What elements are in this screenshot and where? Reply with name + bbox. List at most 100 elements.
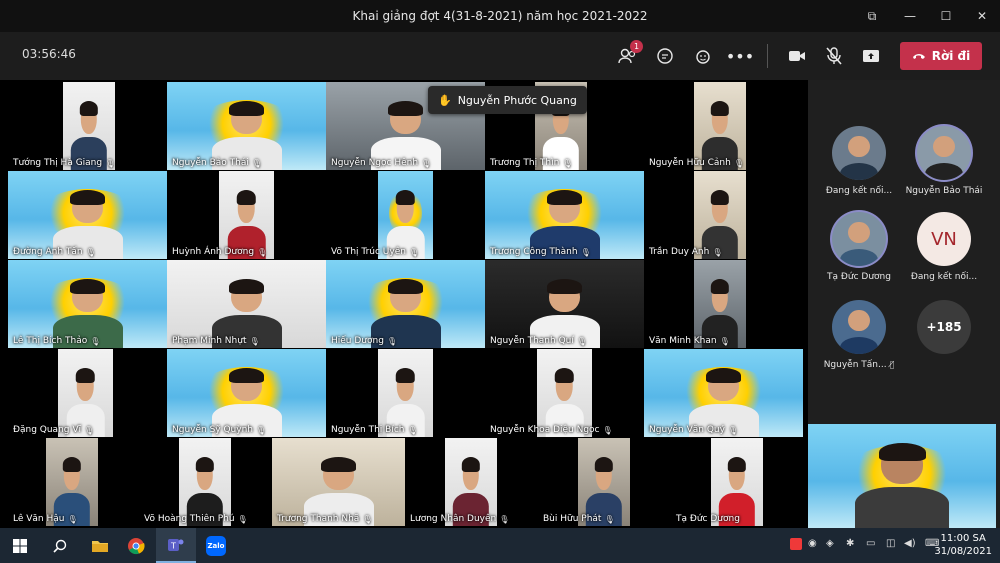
vivaldi-tray-icon[interactable] <box>790 538 802 553</box>
participant-name: Nguyễn Thanh Quí 🎙 <box>490 336 588 346</box>
participant-tile[interactable]: Võ Hoàng Thiên Phú 🎙 <box>139 438 272 526</box>
participant-tile[interactable]: Tướng Thị Hà Giang 🎙 <box>8 82 167 170</box>
participant-video <box>445 438 497 526</box>
participant-tile[interactable]: Lương Nhân Duyên 🎙 <box>405 438 538 526</box>
participant-tile[interactable]: Nguyễn Sỹ Quỳnh 🎙 <box>167 349 326 437</box>
participant-tile[interactable]: Võ Thị Trúc Uyên 🎙 <box>326 171 485 259</box>
panel-avatar[interactable]: Nguyễn Bảo Thái <box>904 126 984 196</box>
participant-tile[interactable]: Trương Công Thành 🎙 <box>485 171 644 259</box>
maximize-icon[interactable]: ☐ <box>928 0 964 32</box>
mic-muted-icon: 🎙 <box>576 336 588 346</box>
mic-muted-icon: 🎙 <box>562 158 573 168</box>
participant-tile[interactable]: Trần Duy Anh 🎙 <box>644 171 803 259</box>
participant-video <box>167 260 326 348</box>
participant-name: Đặng Quang Vĩ 🎙 <box>13 425 95 435</box>
participant-name: Lương Nhân Duyên 🎙 <box>410 514 510 524</box>
keyboard-icon[interactable]: ▭ <box>866 538 875 549</box>
raised-hand-name: Nguyễn Phước Quang <box>457 93 577 107</box>
more-actions-button[interactable]: ••• <box>726 42 754 70</box>
panel-avatar[interactable]: Đang kết nối... <box>819 126 899 196</box>
participant-tile[interactable]: Nguyễn Văn Quý 🎙 <box>644 349 803 437</box>
participant-tile[interactable]: Nguyễn Khoa Diệu Ngọc 🎙 <box>485 349 644 437</box>
share-button[interactable] <box>857 42 885 70</box>
participant-name: Nguyễn Khoa Diệu Ngọc 🎙 <box>490 425 613 435</box>
participants-button[interactable]: 1 <box>614 40 643 70</box>
participant-name: Trương Công Thành 🎙 <box>490 247 591 257</box>
teams-icon: T <box>168 538 184 551</box>
participant-tile[interactable]: Hiếu Dương 🎙 <box>326 260 485 348</box>
panel-avatar[interactable]: VN Đang kết nối... <box>904 212 984 282</box>
mic-muted-icon: 🎙 <box>85 247 96 257</box>
participant-name: Nguyễn Văn Quý 🎙 <box>649 425 739 435</box>
window-title: Khai giảng đợt 4(31-8-2021) năm học 2021… <box>352 9 648 23</box>
bluetooth-icon[interactable]: ✱ <box>846 538 854 549</box>
panel-avatar[interactable]: Tạ Đức Dương <box>819 212 899 282</box>
participant-tile[interactable]: Văn Minh Khan 🎙 <box>644 260 803 348</box>
mic-muted-icon: 🎙 <box>84 425 95 435</box>
participant-tile[interactable]: Huỳnh Ánh Dương 🎙 <box>167 171 326 259</box>
leave-button[interactable]: Rời đi <box>900 42 982 70</box>
windows-taskbar: T Zalo ◉ ◈ ✱ ▭ ◫ ◀) ⌨ 11:00 SA 31/08/202… <box>0 528 1000 563</box>
participant-tile[interactable]: Đường Anh Tấn 🎙 <box>8 171 167 259</box>
system-clock[interactable]: 11:00 SA 31/08/2021 <box>934 532 992 558</box>
share-screen-icon <box>863 50 879 62</box>
mic-muted-icon: 🎙 <box>67 514 78 524</box>
camera-button[interactable] <box>783 42 811 70</box>
search-button[interactable] <box>40 528 80 563</box>
raise-hand-icon <box>696 50 710 64</box>
teams-button[interactable]: T <box>156 528 196 563</box>
participant-tile[interactable]: Nguyễn Thanh Quí 🎙 <box>485 260 644 348</box>
self-view[interactable] <box>808 424 996 528</box>
avatar <box>917 126 971 180</box>
participant-video <box>167 82 326 170</box>
start-button[interactable] <box>0 528 40 563</box>
participant-video <box>63 82 115 170</box>
participant-tile[interactable]: Nguyễn Thị Bích 🎙 <box>326 349 485 437</box>
network-icon[interactable]: ◫ <box>886 538 895 549</box>
hang-up-icon <box>912 54 925 59</box>
close-icon[interactable]: ✕ <box>964 0 1000 32</box>
participant-tile[interactable]: Phạm Minh Nhựt 🎙 <box>167 260 326 348</box>
participant-video <box>485 171 644 259</box>
mic-muted-icon: 🎙 <box>362 514 373 524</box>
participant-tile[interactable]: Tạ Đức Dương <box>671 438 804 526</box>
windows-logo-icon <box>13 538 27 553</box>
participant-tile[interactable]: Bùi Hữu Phát 🎙 <box>538 438 671 526</box>
participant-name: Bùi Hữu Phát 🎙 <box>543 514 615 524</box>
mic-button[interactable] <box>820 42 848 70</box>
zalo-tray-icon[interactable]: ◉ <box>808 538 817 549</box>
mic-muted-icon: 🎙 <box>580 247 591 257</box>
participant-tile[interactable]: Lê Thị Bích Thảo 🎙 <box>8 260 167 348</box>
participant-video <box>378 349 433 437</box>
participant-tile[interactable]: Nguyễn Bảo Thái 🎙 <box>167 82 326 170</box>
popout-icon[interactable]: ⧉ <box>852 0 892 32</box>
participant-name: Nguyễn Sỹ Quỳnh 🎙 <box>172 425 267 435</box>
reactions-button[interactable] <box>689 42 717 70</box>
participant-tile[interactable]: Trương Thanh Nhã 🎙 <box>272 438 405 526</box>
mic-muted-icon: 🎙 <box>386 336 398 346</box>
participant-video <box>694 260 746 348</box>
participant-name: Lê Thị Bích Thảo 🎙 <box>13 336 101 346</box>
teams-tray-icon[interactable]: ◈ <box>826 538 834 549</box>
chat-button[interactable] <box>651 42 679 70</box>
chrome-button[interactable] <box>116 528 156 563</box>
participant-tile[interactable]: Đặng Quang Vĩ 🎙 <box>8 349 167 437</box>
participant-tile[interactable]: Lê Văn Hậu 🎙 <box>8 438 139 526</box>
participant-video <box>46 438 98 526</box>
volume-icon[interactable]: ◀) <box>904 538 916 549</box>
zalo-button[interactable]: Zalo <box>196 528 236 563</box>
minimize-icon[interactable]: — <box>892 0 928 32</box>
raised-hand-notice: ✋ Nguyễn Phước Quang <box>428 86 587 114</box>
participant-video <box>644 349 803 437</box>
more-participants-button[interactable]: +185 <box>904 300 984 354</box>
mic-muted-icon: 🎙 <box>602 425 613 435</box>
avatar <box>832 300 886 354</box>
panel-avatar[interactable]: Nguyễn Tấn... 🎙̸ <box>819 300 899 370</box>
avatar-label: Đang kết nối... <box>910 272 978 282</box>
participant-video <box>578 438 630 526</box>
participant-tile[interactable]: Nguyễn Hữu Cảnh 🎙 <box>644 82 803 170</box>
file-explorer-button[interactable] <box>80 528 120 563</box>
mic-muted-icon: 🎙 <box>90 336 101 346</box>
participant-video <box>537 349 592 437</box>
folder-icon <box>92 540 108 552</box>
